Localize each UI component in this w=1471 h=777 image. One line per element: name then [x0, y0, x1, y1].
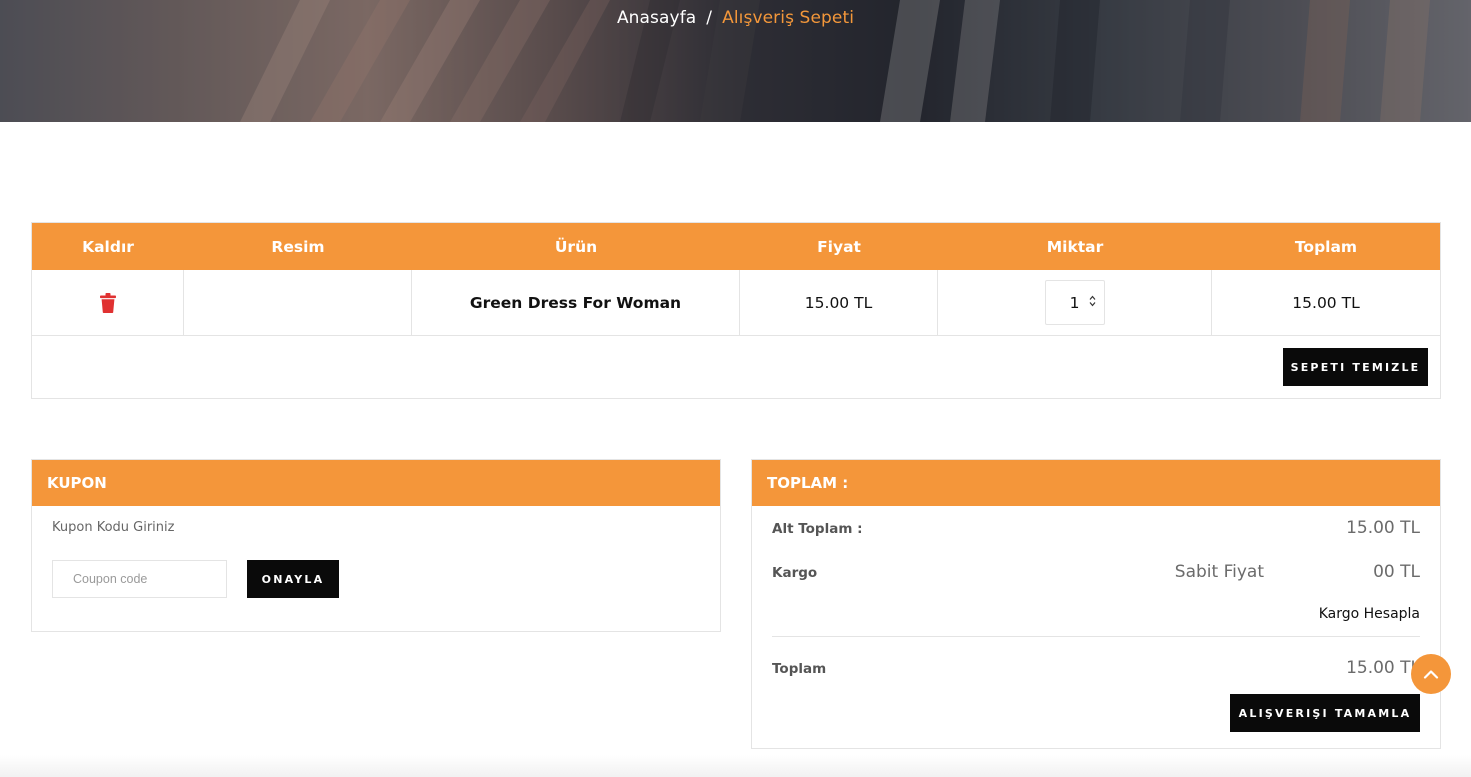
total-cell: 15.00 TL [1212, 270, 1440, 335]
column-header-price: Fiyat [817, 237, 861, 256]
total-value: 15.00 TL [1346, 658, 1420, 678]
footer-shadow [0, 755, 1471, 777]
coupon-panel: KUPON Kupon Kodu Giriniz ONAYLA [31, 459, 721, 632]
product-image-cell [184, 270, 412, 335]
page-banner: Anasayfa / Alışveriş Sepeti [0, 0, 1471, 122]
totals-panel: TOPLAM : Alt Toplam : 15.00 TL Kargo Sab… [751, 459, 1441, 749]
column-header-image: Resim [271, 237, 325, 256]
product-name-cell: Green Dress For Woman [412, 270, 740, 335]
subtotal-label: Alt Toplam : [772, 521, 863, 537]
apply-coupon-button[interactable]: ONAYLA [247, 560, 339, 598]
column-header-total: Toplam [1294, 237, 1358, 256]
column-header-quantity: Miktar [1046, 237, 1104, 256]
cart-table-header: Kaldır Resim Ürün Fiyat Miktar Toplam [32, 223, 1440, 270]
coupon-code-input[interactable] [52, 560, 227, 598]
quantity-stepper[interactable]: 1 [1044, 280, 1105, 325]
shipping-label: Kargo [772, 565, 818, 581]
spinner-arrows-icon[interactable] [1089, 295, 1096, 309]
coupon-instruction: Kupon Kodu Giriniz [52, 520, 175, 535]
coupon-panel-title: KUPON [32, 460, 720, 506]
shipping-type: Sabit Fiyat [1174, 562, 1264, 582]
remove-cell [32, 270, 184, 335]
product-name[interactable]: Green Dress For Woman [470, 294, 681, 312]
scroll-to-top-button[interactable] [1411, 654, 1451, 694]
table-row: Green Dress For Woman 15.00 TL 1 15.00 T… [32, 270, 1440, 336]
product-price: 15.00 TL [804, 293, 873, 312]
calculate-shipping-link[interactable]: Kargo Hesapla [1319, 606, 1420, 622]
breadcrumb-current: Alışveriş Sepeti [722, 8, 855, 28]
total-label: Toplam [772, 661, 827, 677]
breadcrumb-home-link[interactable]: Anasayfa [617, 8, 696, 28]
totals-divider [772, 636, 1420, 637]
chevron-up-icon [1423, 669, 1439, 679]
clear-cart-button[interactable]: SEPETI TEMIZLE [1283, 348, 1428, 386]
shipping-value: 00 TL [1373, 562, 1420, 582]
price-cell: 15.00 TL [740, 270, 938, 335]
quantity-value: 1 [1069, 293, 1080, 312]
subtotal-value: 15.00 TL [1346, 518, 1420, 538]
totals-panel-title: TOPLAM : [752, 460, 1440, 506]
column-header-remove: Kaldır [82, 237, 134, 256]
trash-icon[interactable] [99, 292, 116, 313]
row-total: 15.00 TL [1292, 293, 1360, 312]
checkout-button[interactable]: ALIŞVERIŞI TAMAMLA [1230, 694, 1420, 732]
breadcrumb-separator: / [706, 8, 713, 28]
column-header-product: Ürün [554, 237, 598, 256]
cart-table: Kaldır Resim Ürün Fiyat Miktar Toplam Gr… [31, 222, 1441, 399]
quantity-cell: 1 [938, 270, 1212, 335]
breadcrumb: Anasayfa / Alışveriş Sepeti [0, 8, 1471, 28]
